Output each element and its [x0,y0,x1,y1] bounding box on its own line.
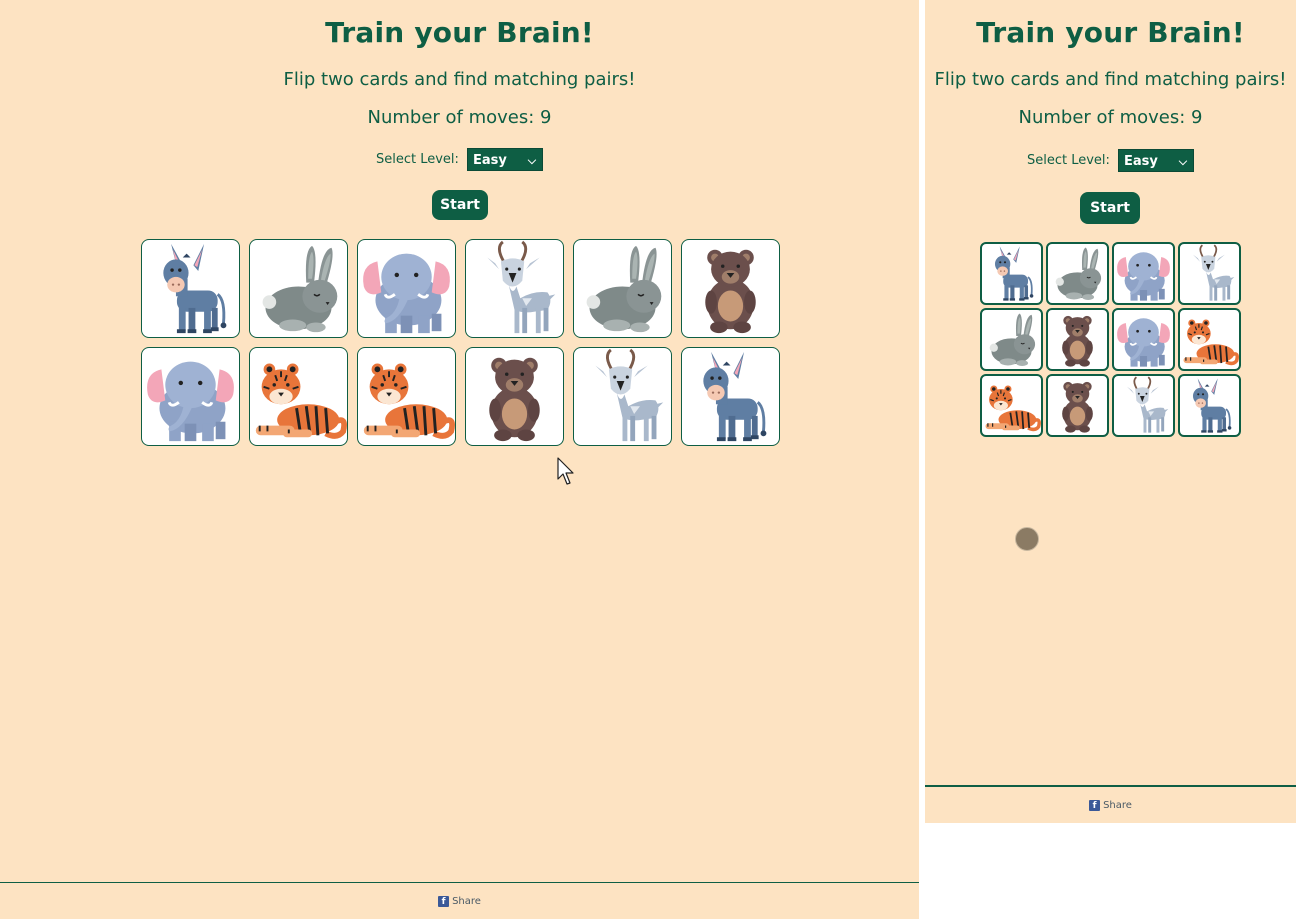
card-goat[interactable] [465,239,564,338]
donkey-icon [703,351,767,442]
tiger-icon [255,363,347,439]
tiger-icon [985,385,1041,432]
start-button[interactable]: Start [432,190,488,220]
card-bear[interactable] [681,239,780,338]
start-button[interactable]: Start [1080,192,1140,224]
card-goat[interactable] [1112,374,1175,437]
donkey-icon [163,243,227,334]
card-elephant[interactable] [141,347,240,446]
goat-icon [1126,376,1169,433]
card-elephant[interactable] [1112,242,1175,305]
card-donkey[interactable] [681,347,780,446]
elephant-icon [1117,252,1170,301]
card-tiger[interactable] [980,374,1043,437]
level-select-value: Easy [473,153,507,168]
chevron-down-icon: ⌵ [527,154,537,167]
page-title: Train your Brain! [976,16,1245,49]
subtitle: Flip two cards and find matching pairs! [934,69,1287,90]
card-elephant[interactable] [357,239,456,338]
footer-divider [0,882,919,883]
bear-icon [705,249,756,334]
mobile-view: Train your Brain! Flip two cards and fin… [925,0,1296,823]
elephant-icon [147,361,234,442]
card-donkey[interactable] [1178,374,1241,437]
rabbit-icon [1055,247,1102,301]
tiger-icon [1183,319,1239,366]
moves-counter: Number of moves: 9 [1018,107,1203,128]
moves-counter: Number of moves: 9 [367,107,552,128]
card-rabbit[interactable] [249,239,348,338]
card-rabbit[interactable] [573,239,672,338]
level-label: Select Level: [1026,153,1110,168]
rabbit-icon [989,313,1036,367]
level-label: Select Level: [375,152,459,167]
touch-indicator [1015,527,1039,551]
share-link[interactable]: f Share [0,896,919,907]
mouse-cursor-icon [557,457,574,485]
share-label: Share [1103,800,1132,811]
goat-icon [1192,244,1235,301]
footer-divider [925,785,1296,787]
goat-icon [595,348,664,442]
elephant-icon [1117,318,1170,367]
level-select-value: Easy [1124,154,1158,169]
card-bear[interactable] [1046,374,1109,437]
card-tiger[interactable] [357,347,456,446]
card-tiger[interactable] [1178,308,1241,371]
facebook-icon: f [1089,800,1101,811]
card-bear[interactable] [465,347,564,446]
share-label: Share [452,896,481,907]
card-donkey[interactable] [980,242,1043,305]
subtitle: Flip two cards and find matching pairs! [283,69,636,90]
donkey-icon [994,246,1034,301]
bear-icon [1062,315,1093,367]
share-link[interactable]: f Share [925,800,1296,811]
level-selector-row: Select Level: Easy ⌵ [925,149,1296,172]
chevron-down-icon: ⌵ [1178,155,1188,168]
level-selector-row: Select Level: Easy ⌵ [0,148,919,171]
card-goat[interactable] [573,347,672,446]
rabbit-icon [586,245,662,333]
card-rabbit[interactable] [980,308,1043,371]
card-donkey[interactable] [141,239,240,338]
level-select[interactable]: Easy ⌵ [467,148,544,171]
bear-icon [1062,381,1093,433]
card-elephant[interactable] [1112,308,1175,371]
card-bear[interactable] [1046,308,1109,371]
card-goat[interactable] [1178,242,1241,305]
card-tiger[interactable] [249,347,348,446]
elephant-icon [363,253,450,334]
tiger-icon [363,363,455,439]
card-rabbit[interactable] [1046,242,1109,305]
donkey-icon [1192,378,1232,433]
facebook-icon: f [438,896,450,907]
page-title: Train your Brain! [325,16,594,49]
rabbit-icon [262,245,338,333]
bear-icon [489,357,540,442]
level-select[interactable]: Easy ⌵ [1118,149,1195,172]
desktop-view: Train your Brain! Flip two cards and fin… [0,0,919,919]
goat-icon [487,240,556,334]
